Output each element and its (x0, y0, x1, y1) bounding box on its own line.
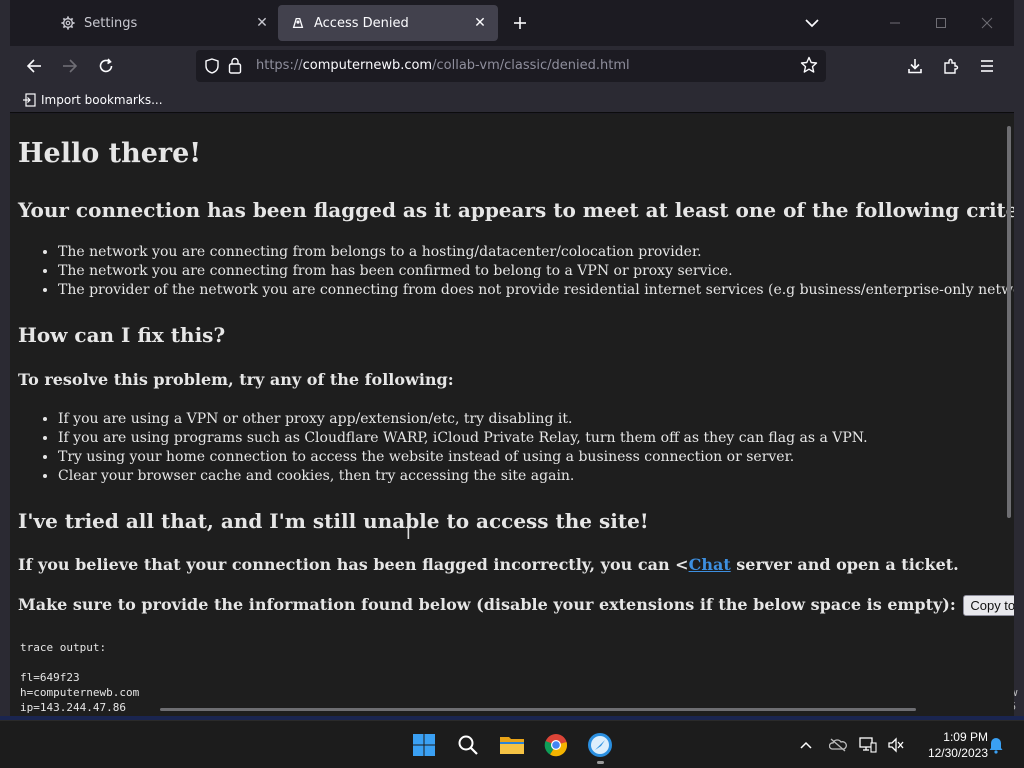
list-item: Try using your home connection to access… (58, 448, 868, 467)
list-item: Clear your browser cache and cookies, th… (58, 467, 868, 486)
url-text[interactable]: https://computernewb.com/collab-vm/class… (256, 58, 630, 73)
onedrive-icon[interactable] (828, 735, 848, 755)
shield-icon[interactable] (204, 58, 220, 78)
criteria-heading: Your connection has been flagged as it a… (18, 198, 1014, 222)
menu-icon[interactable] (973, 52, 1001, 80)
trace-line: h=computernewb.com (20, 686, 140, 699)
vertical-scrollbar[interactable] (1007, 126, 1011, 518)
url-scheme: https:// (256, 58, 303, 73)
import-bookmarks-label: Import bookmarks... (41, 93, 163, 107)
window-close-icon[interactable] (975, 11, 999, 35)
forward-button[interactable] (56, 52, 84, 80)
chrome-icon[interactable] (540, 729, 572, 761)
trace-line: fl=649f23 (20, 671, 80, 684)
taskbar-clock[interactable]: 1:09 PM 12/30/2023 (912, 729, 988, 761)
list-item: If you are using programs such as Cloudf… (58, 429, 868, 448)
tab-label: Settings (84, 15, 138, 31)
fixes-list: If you are using a VPN or other proxy ap… (44, 410, 868, 486)
tab-label: Access Denied (314, 15, 409, 31)
notification-bell-icon[interactable] (986, 735, 1006, 755)
url-host: computernewb.com (302, 58, 433, 73)
fix-heading: How can I fix this? (18, 323, 226, 347)
maximize-icon[interactable] (929, 11, 953, 35)
download-icon[interactable] (901, 52, 929, 80)
navigation-toolbar: https://computernewb.com/collab-vm/class… (10, 46, 1014, 86)
url-bar[interactable]: https://computernewb.com/collab-vm/class… (196, 50, 826, 82)
network-icon[interactable] (858, 735, 878, 755)
desktop-background-left (0, 0, 10, 716)
provide-text: Make sure to provide the information fou… (18, 595, 962, 614)
lock-icon[interactable] (228, 57, 242, 78)
search-icon[interactable] (452, 729, 484, 761)
browser-app-icon[interactable] (584, 729, 616, 761)
trace-label: trace output: (20, 641, 107, 654)
minimize-icon[interactable] (883, 11, 907, 35)
page-title: Hello there! (18, 138, 202, 169)
copy-to-clipboard-button[interactable]: Copy to clipboard (963, 595, 1014, 616)
resolve-heading: To resolve this problem, try any of the … (18, 370, 454, 389)
chevron-down-icon[interactable] (800, 11, 824, 35)
file-explorer-icon[interactable] (496, 729, 528, 761)
clock-date: 12/30/2023 (927, 746, 988, 760)
bookmark-star-icon[interactable] (800, 56, 818, 78)
list-item: The network you are connecting from belo… (58, 243, 1014, 262)
horizontal-scrollbar[interactable] (160, 708, 916, 711)
new-tab-button[interactable] (508, 11, 532, 35)
bookmarks-toolbar: Import bookmarks... (10, 86, 1014, 113)
ticket-suffix: server and open a ticket. (730, 555, 959, 574)
tab-access-denied[interactable]: Access Denied ✕ (278, 5, 498, 41)
import-bookmarks-button[interactable]: Import bookmarks... (22, 90, 163, 110)
still-unable-heading: I've tried all that, and I'm still unabl… (18, 509, 649, 533)
tab-settings[interactable]: Settings ✕ (48, 5, 280, 41)
close-icon[interactable]: ✕ (252, 13, 272, 33)
chevron-up-icon[interactable] (796, 735, 816, 755)
list-item: The provider of the network you are conn… (58, 281, 1014, 300)
trace-line: ip=143.244.47.86 (20, 701, 126, 714)
taskbar: 1:09 PM 12/30/2023 (0, 720, 1024, 768)
text-cursor-icon: I (406, 524, 411, 543)
tab-bar: Settings ✕ Access Denied ✕ (10, 0, 1014, 46)
page-content: Hello there! Your connection has been fl… (10, 114, 1014, 716)
import-icon (22, 93, 36, 107)
active-app-indicator (597, 761, 604, 764)
list-item: If you are using a VPN or other proxy ap… (58, 410, 868, 429)
back-button[interactable] (20, 52, 48, 80)
chat-link[interactable]: Chat (689, 555, 731, 574)
close-icon[interactable]: ✕ (470, 13, 490, 33)
reload-button[interactable] (92, 52, 120, 80)
desktop-background-right (1014, 0, 1024, 716)
criteria-list: The network you are connecting from belo… (44, 243, 1014, 300)
url-path: /collab-vm/classic/denied.html (432, 58, 630, 73)
windows-start-icon[interactable] (408, 729, 440, 761)
trace-output[interactable]: trace output: fl=649f23 h=computernewb.c… (20, 640, 139, 715)
ticket-paragraph: If you believe that your connection has … (18, 555, 959, 574)
clock-time: 1:09 PM (943, 730, 988, 744)
extensions-icon[interactable] (937, 52, 965, 80)
list-item: The network you are connecting from has … (58, 262, 1014, 281)
ticket-prefix: If you believe that your connection has … (18, 555, 689, 574)
site-favicon-icon (290, 15, 306, 31)
provide-info-paragraph: Make sure to provide the information fou… (18, 595, 1014, 616)
browser-window: Settings ✕ Access Denied ✕ https://compu… (10, 0, 1014, 716)
gear-icon (60, 15, 76, 31)
volume-muted-icon[interactable] (886, 735, 906, 755)
